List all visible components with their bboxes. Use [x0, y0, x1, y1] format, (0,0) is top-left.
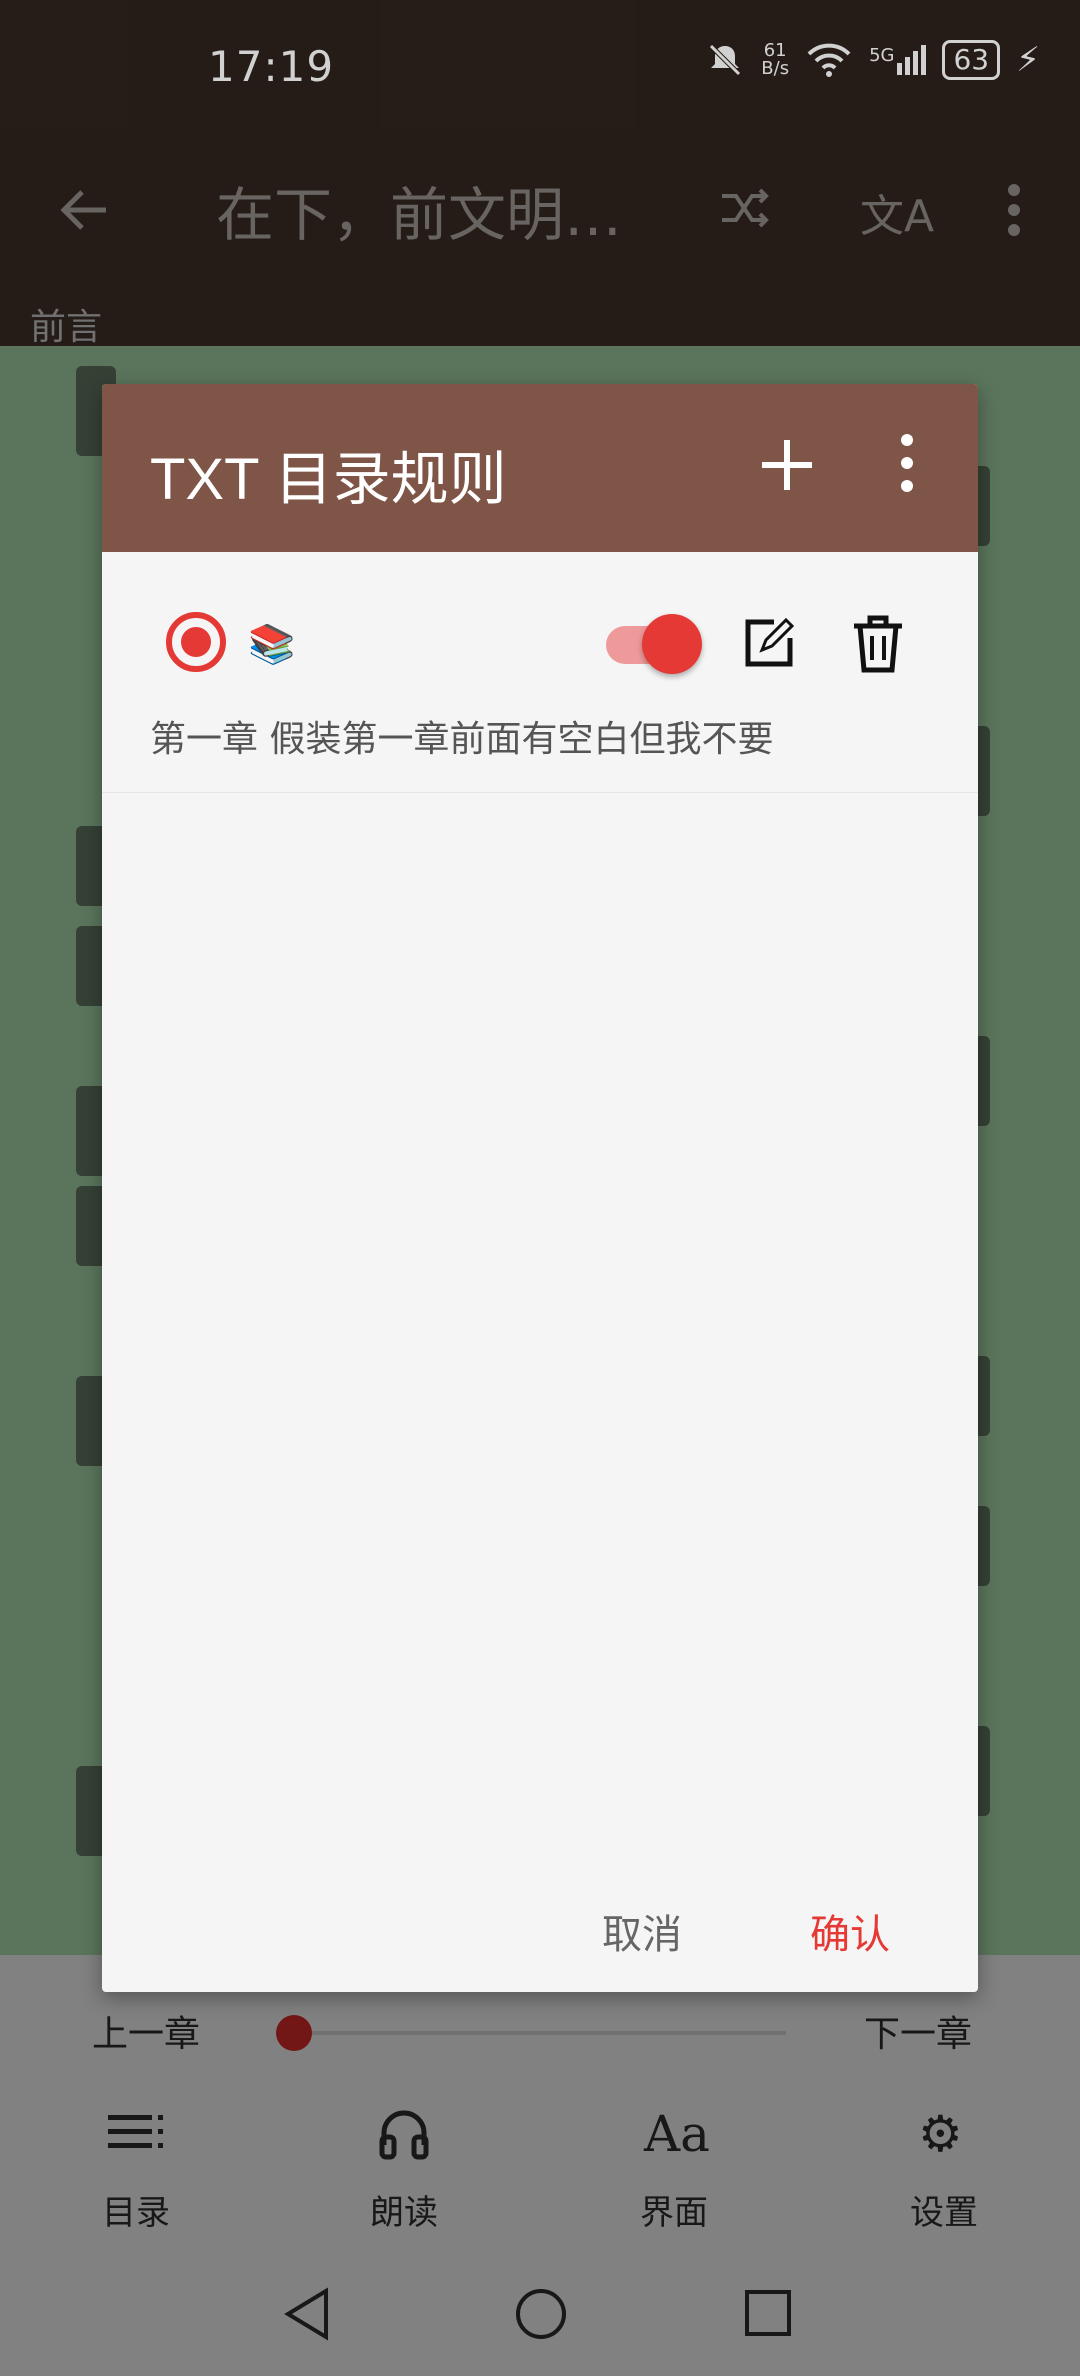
toc-rules-dialog: TXT 目录规则 📚 第一章 假装第一章前面有空白但我不要 取消 确认: [102, 384, 978, 1992]
add-icon[interactable]: [752, 430, 822, 500]
more-vert-icon[interactable]: [882, 428, 932, 498]
delete-icon[interactable]: [848, 612, 908, 676]
dialog-title: TXT 目录规则: [150, 447, 507, 512]
dialog-header: TXT 目录规则: [102, 384, 978, 552]
rule-list-item[interactable]: 📚 第一章 假装第一章前面有空白但我不要: [102, 552, 978, 793]
rule-name: 第一章 假装第一章前面有空白但我不要: [150, 719, 774, 760]
cancel-button[interactable]: 取消: [602, 1902, 682, 1960]
books-icon: 📚: [248, 622, 296, 666]
edit-icon[interactable]: [738, 614, 798, 674]
rule-select-radio[interactable]: [166, 612, 226, 672]
rule-enable-switch[interactable]: [606, 604, 702, 684]
confirm-button[interactable]: 确认: [810, 1902, 890, 1960]
